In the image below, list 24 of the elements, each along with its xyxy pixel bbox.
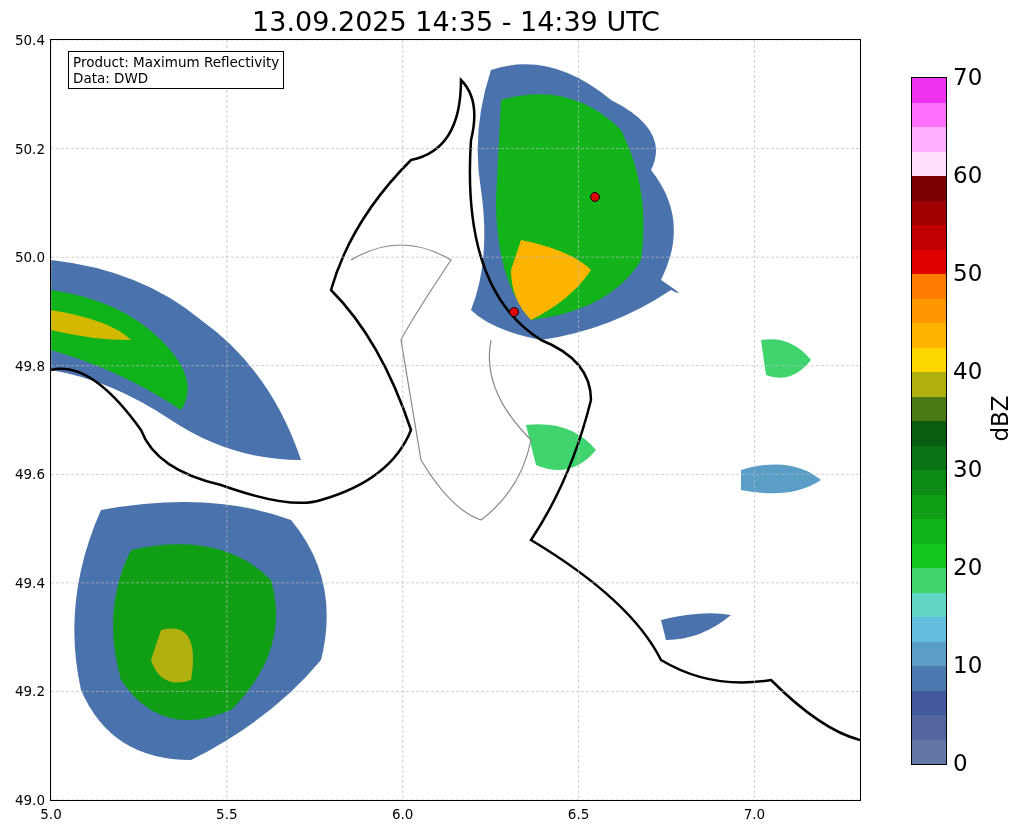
x-axis-tick-label: 5.0 [40,806,62,822]
colorbar-tick-label: 0 [953,750,968,776]
colorbar-tick-label: 10 [953,652,983,678]
legend-text: Data: DWD [73,70,150,86]
colorbar-tick-label: 30 [953,456,983,482]
colorbar-tick-label: 60 [953,162,983,188]
x-axis-tick-label: 6.5 [567,806,590,822]
colorbar-tick-label: 20 [953,554,983,580]
y-axis-tick-label: 49.8 [14,357,45,374]
y-axis-tick-label: 49.2 [14,683,45,700]
x-axis-tick-label: 6.0 [392,806,414,822]
y-axis-tick-label: 49.4 [14,574,45,591]
x-axis-tick-label: 7.0 [743,806,766,822]
y-axis-tick-label: 50.4 [14,32,45,48]
colorbar-tick-label: 40 [953,358,983,384]
x-axis-tick-label: 5.5 [216,806,238,822]
legend-text: Product: Maximum Reflectivity [73,54,280,70]
colorbar-label: dBZ [988,395,1012,442]
y-axis-tick-label: 50.0 [14,249,45,266]
y-axis-tick-label: 49.0 [14,792,45,808]
colorbar-tick-label: 70 [953,64,983,90]
colorbar-tick-label: 50 [953,260,983,286]
y-axis-tick-label: 50.2 [14,140,45,157]
y-axis-tick-label: 49.6 [14,466,45,483]
